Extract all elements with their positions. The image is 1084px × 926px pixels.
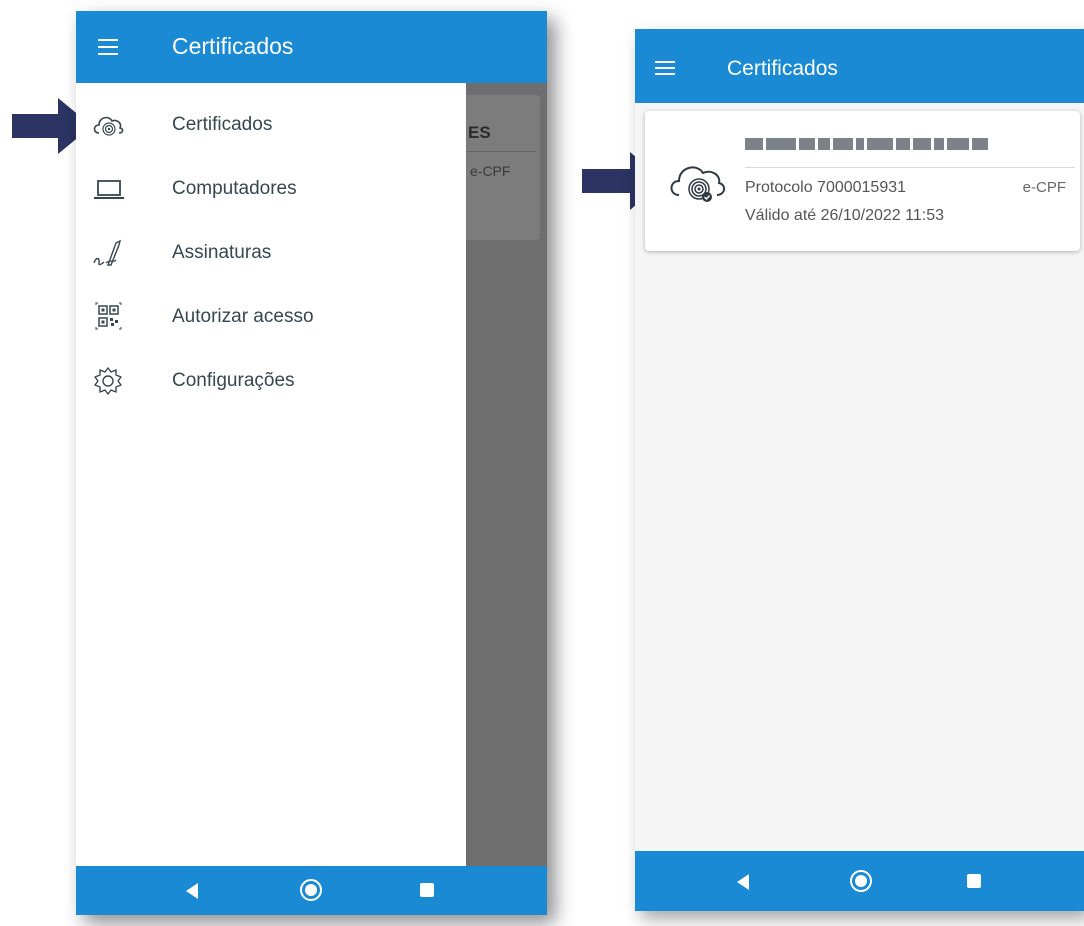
background-card-title: ES (468, 123, 491, 142)
drawer-item-computadores[interactable]: Computadores (76, 161, 466, 217)
home-circle-icon[interactable] (300, 879, 322, 901)
system-nav-bar (76, 866, 547, 915)
recent-square-icon[interactable] (967, 874, 981, 888)
background-card-type: e-CPF (470, 163, 511, 179)
background-certificate-card: ES e-CPF (466, 95, 540, 240)
divider (466, 151, 536, 152)
drawer-item-label: Assinaturas (172, 242, 272, 263)
app-title: Certificados (172, 33, 294, 59)
drawer-item-configuracoes[interactable]: Configurações (76, 353, 466, 409)
system-nav-bar (635, 851, 1084, 911)
qr-code-icon (95, 302, 122, 330)
certificate-card[interactable]: Protocolo 7000015931 e-CPF Válido até 26… (645, 111, 1080, 251)
hamburger-menu-icon[interactable] (655, 61, 677, 79)
drawer-item-autorizar-acesso[interactable]: Autorizar acesso (76, 289, 466, 345)
drawer-item-assinaturas[interactable]: Assinaturas (76, 225, 466, 281)
drawer-item-certificados[interactable]: Certificados (76, 97, 466, 153)
back-triangle-icon[interactable] (737, 874, 749, 890)
divider (745, 167, 1075, 168)
drawer-scrim[interactable]: ES e-CPF (466, 83, 547, 875)
right-phone-screen: Certificados Protocolo 7000015931 e-CPF … (635, 29, 1084, 911)
certificate-list: Protocolo 7000015931 e-CPF Válido até 26… (635, 103, 1084, 851)
app-bar: Certificados (76, 11, 547, 83)
left-phone-screen: Certificados ES e-CPF Certificados Compu… (76, 11, 547, 915)
signature-pen-icon (93, 239, 122, 266)
certificate-validity: Válido até 26/10/2022 11:53 (745, 207, 944, 224)
cloud-fingerprint-check-icon (670, 166, 725, 202)
recent-square-icon[interactable] (420, 883, 434, 897)
navigation-drawer: Certificados Computadores Assinaturas Au… (76, 83, 466, 875)
certificate-name-redacted (745, 137, 1045, 151)
certificate-type: e-CPF (1022, 179, 1066, 196)
home-circle-icon[interactable] (850, 870, 872, 892)
back-triangle-icon[interactable] (186, 883, 198, 899)
app-bar: Certificados (635, 29, 1084, 103)
gear-icon (94, 367, 122, 395)
drawer-item-label: Certificados (172, 114, 273, 135)
app-title: Certificados (727, 57, 838, 80)
drawer-item-label: Computadores (172, 178, 297, 199)
cloud-fingerprint-icon (93, 116, 124, 136)
drawer-item-label: Autorizar acesso (172, 306, 314, 327)
drawer-item-label: Configurações (172, 370, 295, 391)
certificate-protocol: Protocolo 7000015931 (745, 179, 907, 196)
laptop-icon (94, 180, 124, 199)
hamburger-menu-icon[interactable] (98, 39, 120, 57)
